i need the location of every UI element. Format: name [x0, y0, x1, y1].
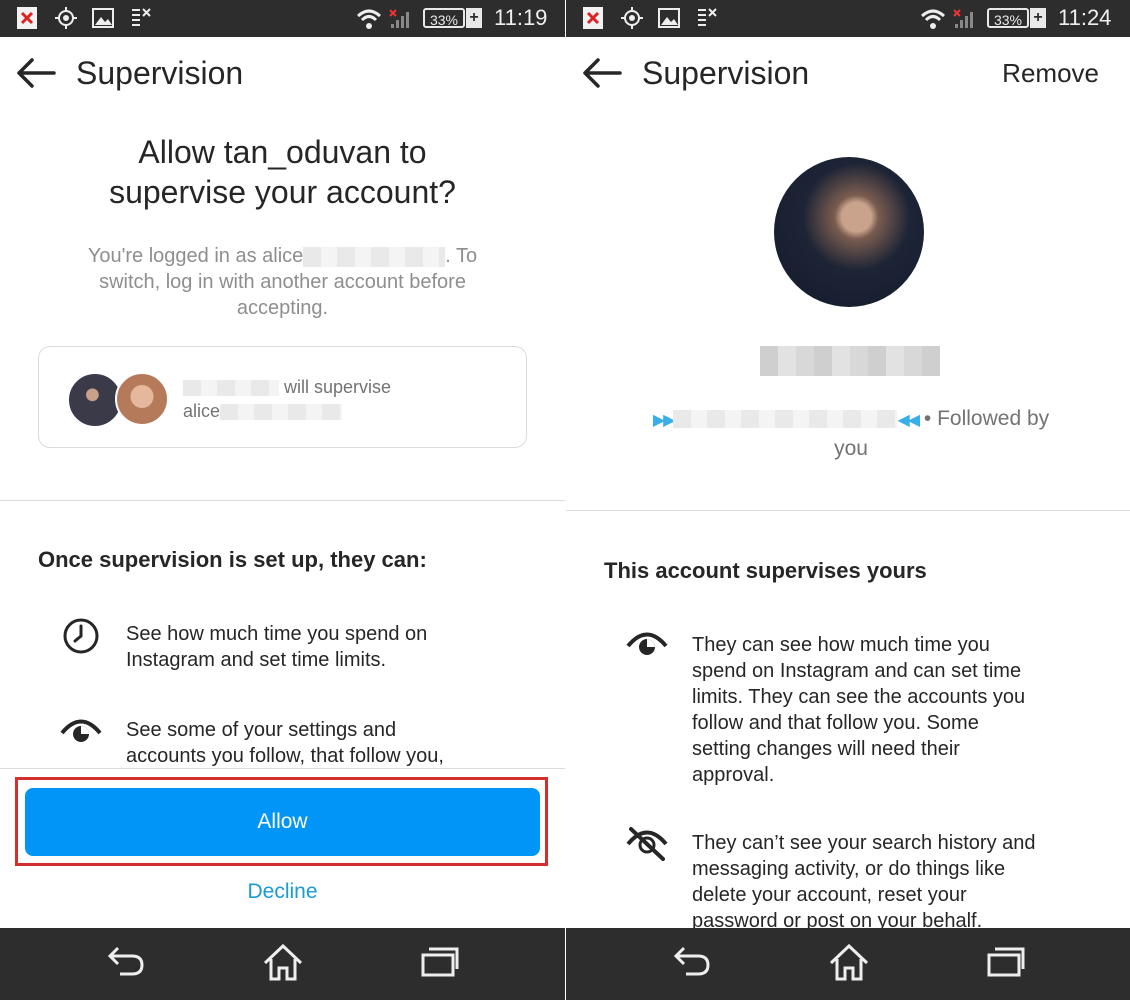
- system-nav-bar: [0, 928, 565, 1000]
- footer-divider: [0, 768, 565, 769]
- sim-icon: [698, 8, 717, 26]
- decline-button[interactable]: Decline: [0, 880, 565, 904]
- redacted-supervisor-name: [760, 346, 940, 376]
- home-icon[interactable]: [828, 942, 870, 982]
- image-icon: [92, 8, 114, 28]
- permission-line: spend on Instagram and can set time: [692, 660, 1022, 682]
- status-bar: 33% + 11:19: [0, 0, 565, 37]
- permission-line: See some of your settings and: [126, 719, 397, 741]
- supervision-card: will supervise alice: [38, 346, 527, 448]
- supervisor-profile-photo: [774, 157, 924, 307]
- card-account-line: alice: [183, 401, 343, 422]
- app-header: Supervision: [0, 37, 565, 113]
- logged-in-prefix: You're logged in as alice: [87, 245, 304, 267]
- redacted-account-name: [220, 404, 343, 421]
- clock-time: 11:24: [1058, 5, 1112, 30]
- permission-time-limits: See how much time you spend on Instagram…: [126, 621, 427, 673]
- eye-icon: [60, 719, 102, 742]
- permission-line: delete your account, reset your: [692, 884, 967, 906]
- page-title: Supervision: [76, 55, 244, 91]
- clock-icon: [63, 618, 99, 654]
- system-back-icon[interactable]: [672, 944, 712, 980]
- page-title: Supervision: [642, 55, 810, 91]
- card-supervise-line: will supervise: [183, 377, 391, 398]
- system-nav-bar: [566, 928, 1130, 1000]
- logged-in-suffix: . To: [445, 245, 478, 267]
- redacted-username: [303, 246, 446, 267]
- section-divider: [0, 500, 565, 501]
- will-supervise-text: will supervise: [284, 377, 392, 397]
- error-file-icon: [583, 7, 603, 29]
- permission-line: They can see how much time you: [692, 634, 990, 656]
- supervision-question: Allow tan_oduvan to supervise your accou…: [40, 132, 525, 212]
- back-arrow-icon[interactable]: [582, 57, 622, 89]
- charging-icon: +: [466, 8, 482, 28]
- capabilities-heading: Once supervision is set up, they can:: [38, 547, 427, 572]
- status-bar: 33% + 11:24: [566, 0, 1130, 37]
- eye-icon: [626, 632, 668, 655]
- recent-apps-icon[interactable]: [420, 944, 460, 980]
- gps-icon: [621, 7, 643, 29]
- wifi-icon: [356, 9, 382, 29]
- charging-icon: +: [1030, 8, 1046, 28]
- permission-line: messaging activity, or do things like: [692, 858, 1006, 880]
- battery-indicator: 33%: [423, 8, 465, 28]
- permission-settings: See some of your settings and accounts y…: [126, 717, 444, 769]
- gps-icon: [55, 7, 77, 29]
- battery-indicator: 33%: [987, 8, 1029, 28]
- permission-line: They can’t see your search history and: [692, 832, 1036, 854]
- followed-by-text: • Followed by: [923, 407, 1050, 430]
- back-arrow-icon[interactable]: [16, 57, 56, 89]
- question-line-2: supervise your account?: [109, 174, 456, 210]
- signal-icon: [953, 9, 973, 28]
- permission-cannot-see: They can’t see your search history and m…: [692, 830, 1036, 934]
- recent-apps-icon[interactable]: [986, 944, 1026, 980]
- app-header: Supervision Remove: [566, 37, 1130, 113]
- eye-off-icon: [626, 827, 668, 861]
- redacted-username: [673, 410, 898, 429]
- permission-line: accounts you follow, that follow you,: [126, 745, 444, 767]
- permission-line: approval.: [692, 764, 775, 786]
- logged-in-notice: You're logged in as alice . To switch, lo…: [60, 243, 505, 321]
- remove-button[interactable]: Remove: [1002, 58, 1099, 89]
- system-back-icon[interactable]: [106, 944, 146, 980]
- redacted-supervisor-name: [183, 380, 279, 397]
- home-icon[interactable]: [262, 942, 304, 982]
- permission-line: limits. They can see the accounts you: [692, 686, 1026, 708]
- permission-line: setting changes will need their: [692, 738, 960, 760]
- redaction-marker-right: ◀◀: [897, 412, 920, 429]
- clock-time: 11:19: [494, 5, 548, 30]
- followed-by-you-text: you: [834, 437, 868, 460]
- wifi-icon: [920, 9, 946, 29]
- supervised-account-name: alice: [183, 401, 221, 421]
- redaction-marker-left: ▶▶: [652, 412, 676, 429]
- allow-button[interactable]: Allow: [25, 788, 540, 856]
- follow-status: ▶▶ ◀◀ • Followed by you: [636, 406, 1066, 462]
- logged-in-line-2: switch, log in with another account befo…: [99, 271, 466, 293]
- permission-line: See how much time you spend on: [126, 623, 428, 645]
- error-file-icon: [17, 7, 37, 29]
- signal-icon: [389, 9, 409, 28]
- permission-line: Instagram and set time limits.: [126, 649, 387, 671]
- image-icon: [658, 8, 680, 28]
- right-screen: 33% + 11:24 Supervision Remove ▶▶ ◀◀ • Fo…: [565, 0, 1130, 1000]
- sim-icon: [132, 8, 151, 26]
- user-avatar: [115, 372, 169, 426]
- permission-can-see: They can see how much time you spend on …: [692, 632, 1025, 788]
- permission-line: follow and that follow you. Some: [692, 712, 979, 734]
- left-screen: 33% + 11:19 Supervision Allow tan_oduvan…: [0, 0, 565, 1000]
- supervises-heading: This account supervises yours: [604, 558, 927, 583]
- question-line-1: Allow tan_oduvan to: [138, 134, 427, 170]
- logged-in-line-3: accepting.: [236, 297, 329, 319]
- section-divider: [566, 510, 1130, 511]
